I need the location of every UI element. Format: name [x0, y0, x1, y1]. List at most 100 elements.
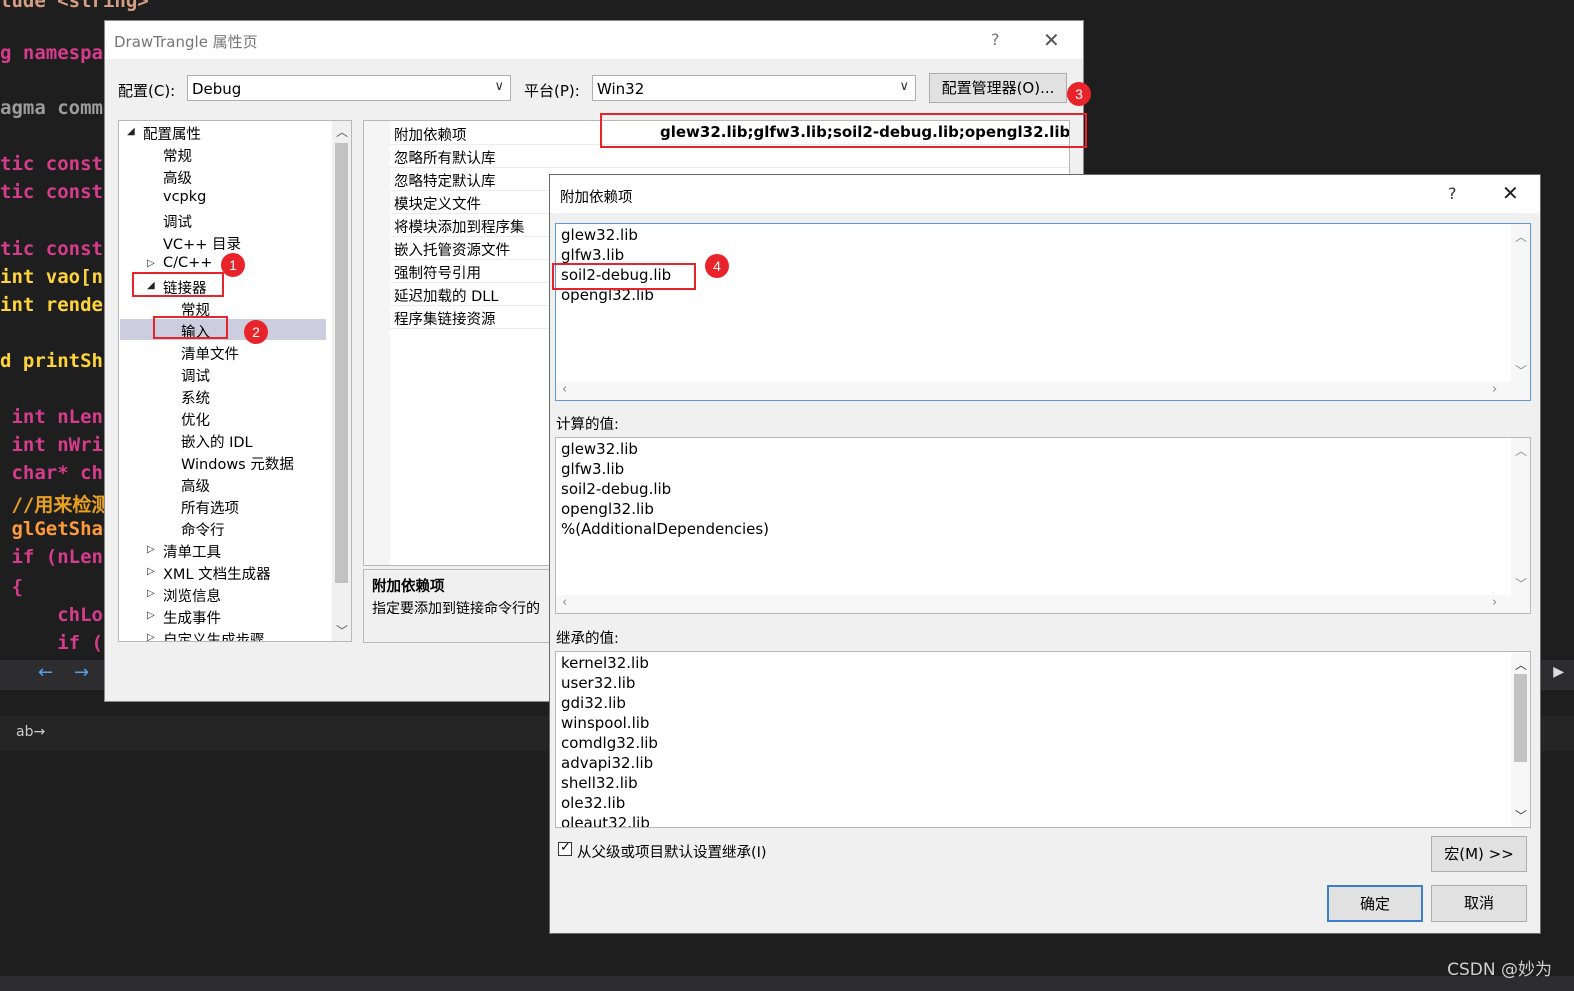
highlight-soil2-entry	[552, 263, 696, 290]
code-line: tic const	[0, 153, 103, 175]
scroll-up-icon[interactable]: ︿	[1515, 656, 1527, 673]
macros-button[interactable]: 宏(M) >>	[1431, 836, 1527, 872]
tree-item[interactable]: 清单工具	[163, 541, 221, 562]
list-item: shell32.lib	[561, 774, 638, 792]
scroll-up-icon[interactable]: ︿	[336, 123, 348, 140]
nav-back-icon[interactable]: ←	[38, 662, 53, 683]
scroll-thumb[interactable]	[335, 143, 348, 583]
scroll-down-icon[interactable]: ﹀	[336, 622, 348, 639]
chevron-down-icon: ∨	[899, 79, 909, 94]
code-line: int render	[0, 294, 115, 316]
grid-gutter	[364, 121, 390, 565]
edit-vscrollbar[interactable]: ︿ ﹀	[1511, 224, 1530, 382]
expand-arrow-icon[interactable]: ▷	[147, 632, 155, 641]
tree-item[interactable]: Windows 元数据	[181, 453, 294, 474]
tree-item[interactable]: vcpkg	[163, 189, 206, 205]
tree-item[interactable]: 嵌入的 IDL	[181, 431, 253, 452]
dependencies-edit-box[interactable]: ︿ ﹀ ‹ › glew32.lib glfw3.lib soil2-debug.l…	[555, 223, 1531, 401]
config-manager-button[interactable]: 配置管理器(O)...	[929, 73, 1067, 103]
tree-item[interactable]: 优化	[181, 409, 210, 430]
property-name[interactable]: 忽略特定默认库	[394, 170, 496, 191]
list-item: ole32.lib	[561, 794, 626, 812]
tree-item[interactable]: 配置属性	[143, 123, 201, 144]
expand-arrow-icon[interactable]: ▷	[147, 610, 155, 621]
close-icon[interactable]: ✕	[1502, 181, 1519, 205]
scroll-thumb[interactable]	[1514, 674, 1527, 762]
code-line: d printSha	[0, 350, 115, 372]
list-item: glfw3.lib	[561, 246, 625, 264]
code-line: int nLen	[0, 406, 103, 428]
list-item: advapi32.lib	[561, 754, 654, 772]
scroll-right-icon[interactable]: ▶	[1553, 664, 1564, 680]
inherited-vscrollbar[interactable]: ︿ ﹀	[1511, 652, 1530, 827]
help-icon[interactable]: ?	[1448, 184, 1457, 203]
ok-button[interactable]: 确定	[1327, 885, 1423, 922]
word-wrap-icon[interactable]: ab→	[16, 724, 45, 740]
scroll-right-icon[interactable]: ›	[1492, 595, 1497, 610]
scroll-up-icon[interactable]: ︿	[1515, 228, 1527, 245]
computed-hscrollbar[interactable]: ‹ ›	[556, 595, 1530, 613]
tree-scrollbar[interactable]: ︿ ﹀	[332, 121, 351, 641]
property-name[interactable]: 忽略所有默认库	[394, 147, 496, 168]
collapse-arrow-icon[interactable]: ◢	[127, 126, 135, 137]
tree-item[interactable]: 命令行	[181, 519, 225, 540]
nav-forward-icon[interactable]: →	[74, 662, 89, 683]
property-name[interactable]: 延迟加载的 DLL	[394, 285, 498, 306]
expand-arrow-icon[interactable]: ▷	[147, 544, 155, 555]
tree-item[interactable]: 清单文件	[181, 343, 239, 364]
annotation-badge-3: 3	[1067, 82, 1091, 106]
property-name[interactable]: 嵌入托管资源文件	[394, 239, 510, 260]
scroll-up-icon[interactable]: ︿	[1515, 442, 1527, 459]
tree-item[interactable]: 系统	[181, 387, 210, 408]
config-select[interactable]: Debug ∨	[187, 75, 511, 101]
inherit-checkbox[interactable]: ✓	[558, 840, 572, 856]
status-strip	[0, 976, 1574, 991]
expand-arrow-icon[interactable]: ▷	[147, 566, 155, 577]
grid-row-divider	[390, 167, 1069, 168]
expand-arrow-icon[interactable]: ▷	[147, 588, 155, 599]
property-name[interactable]: 模块定义文件	[394, 193, 481, 214]
computed-vscrollbar[interactable]: ︿ ﹀	[1511, 438, 1530, 595]
tree-item[interactable]: 所有选项	[181, 497, 239, 518]
property-name[interactable]: 附加依赖项	[394, 124, 467, 145]
tree-item[interactable]: 自定义生成步骤	[163, 629, 265, 641]
cancel-button[interactable]: 取消	[1431, 885, 1527, 922]
property-tree: ︿ ﹀ ◢ 配置属性 常规 高级 vcpkg 调试 VC++ 目录 ▷ C/C++ ◢ 链接器 常规输…	[118, 120, 352, 642]
tree-item[interactable]: XML 文档生成器	[163, 563, 271, 584]
annotation-badge-2: 2	[244, 320, 268, 344]
scroll-down-icon[interactable]: ﹀	[1515, 575, 1527, 592]
list-item: glew32.lib	[561, 226, 638, 244]
list-item: winspool.lib	[561, 714, 650, 732]
chevron-down-icon: ∨	[494, 79, 504, 94]
tree-item[interactable]: VC++ 目录	[163, 233, 241, 254]
tree-item[interactable]: 浏览信息	[163, 585, 221, 606]
expand-arrow-icon[interactable]: ▷	[147, 258, 155, 269]
scroll-down-icon[interactable]: ﹀	[1515, 362, 1527, 379]
platform-select[interactable]: Win32 ∨	[592, 75, 916, 101]
property-name[interactable]: 程序集链接资源	[394, 308, 496, 329]
tree-item[interactable]: C/C++	[163, 255, 212, 271]
property-name[interactable]: 强制符号引用	[394, 262, 481, 283]
close-icon[interactable]: ✕	[1043, 28, 1060, 52]
scroll-left-icon[interactable]: ‹	[562, 595, 567, 610]
tree-item[interactable]: 常规	[163, 145, 192, 166]
property-name[interactable]: 将模块添加到程序集	[394, 216, 525, 237]
tree-item[interactable]: 生成事件	[163, 607, 221, 628]
tree-item[interactable]: 调试	[163, 211, 192, 232]
inherit-checkbox-label[interactable]: 从父级或项目默认设置继承(I)	[577, 841, 767, 862]
scroll-down-icon[interactable]: ﹀	[1515, 807, 1527, 824]
tree-item[interactable]: 调试	[181, 365, 210, 386]
code-line: glGetShad	[0, 518, 115, 540]
code-line: lude <string>	[0, 0, 149, 12]
tree-item[interactable]: 高级	[163, 167, 192, 188]
code-line: char* chL	[0, 462, 115, 484]
scroll-right-icon[interactable]: ›	[1492, 382, 1497, 397]
scroll-left-icon[interactable]: ‹	[562, 382, 567, 397]
property-pages-titlebar: DrawTrangle 属性页 ? ✕	[105, 21, 1083, 59]
help-icon[interactable]: ?	[991, 30, 1000, 49]
list-item: %(AdditionalDependencies)	[561, 520, 770, 538]
edit-hscrollbar[interactable]: ‹ ›	[556, 382, 1530, 400]
annotation-badge-4: 4	[705, 254, 729, 278]
tree-item[interactable]: 高级	[181, 475, 210, 496]
code-line: int nWrit	[0, 434, 115, 456]
